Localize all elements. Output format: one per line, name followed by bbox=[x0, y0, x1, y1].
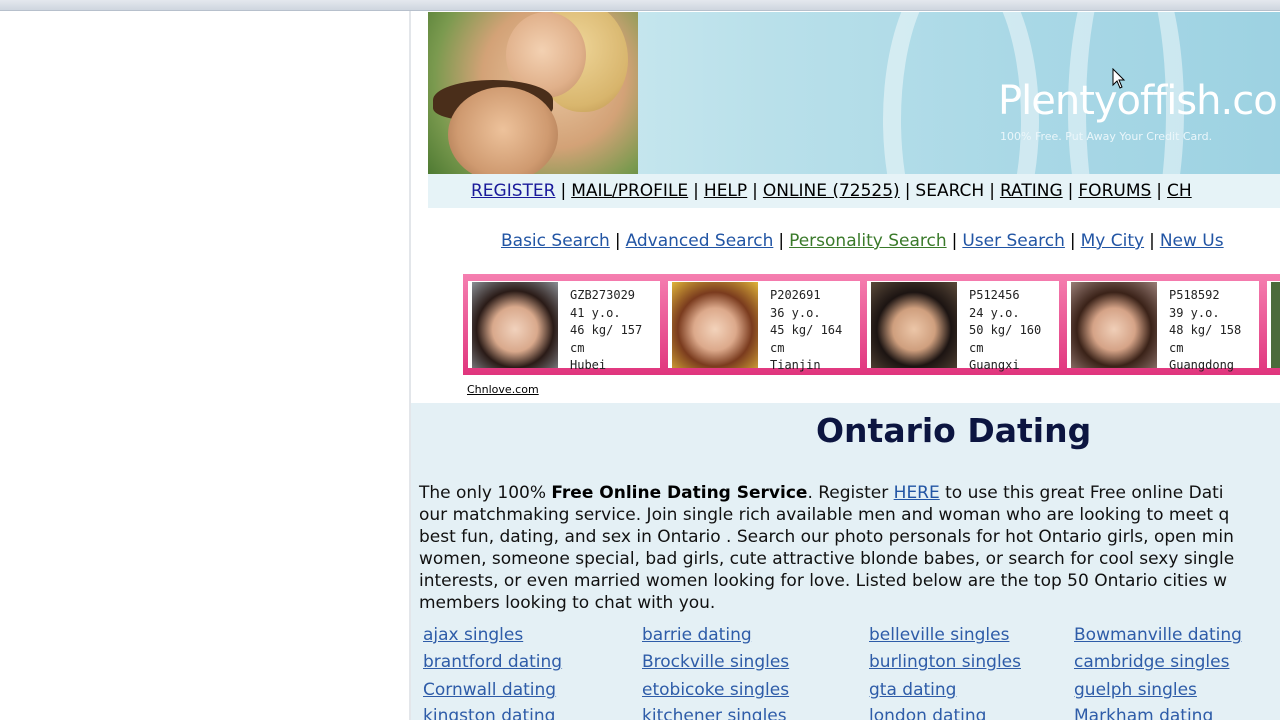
city-link[interactable]: belleville singles bbox=[869, 625, 1009, 645]
nav-help[interactable]: HELP bbox=[704, 181, 747, 201]
profile-id: GZB273029 bbox=[570, 288, 636, 302]
nav-forums[interactable]: FORUMS bbox=[1078, 181, 1151, 201]
nav-search[interactable]: SEARCH bbox=[915, 181, 984, 201]
profile-age: 39 y.o. bbox=[1169, 305, 1220, 320]
subnav-my-city[interactable]: My City bbox=[1081, 231, 1144, 251]
profile-location: Hubei bbox=[570, 358, 607, 372]
city-link[interactable]: kitchener singles bbox=[642, 706, 787, 720]
ad-photo-strip[interactable]: GZB273029 41 y.o. 46 kg/ 157 cm Hubei P2… bbox=[463, 274, 1280, 375]
city-link[interactable]: burlington singles bbox=[869, 652, 1021, 672]
profile-age: 24 y.o. bbox=[969, 305, 1020, 320]
profile-photo[interactable] bbox=[1071, 282, 1157, 368]
profile-stats: 46 kg/ 157 cm bbox=[570, 323, 643, 355]
subnav-advanced-search[interactable]: Advanced Search bbox=[626, 231, 774, 251]
nav-mail-profile[interactable]: MAIL/PROFILE bbox=[571, 181, 688, 201]
page-title: Ontario Dating bbox=[816, 411, 1092, 450]
left-blank-pane bbox=[0, 11, 409, 720]
city-link[interactable]: Markham dating bbox=[1074, 706, 1213, 720]
ad-source-link[interactable]: Chnlove.com bbox=[467, 383, 539, 396]
profile-id: P512456 bbox=[969, 288, 1020, 302]
profile-stats: 48 kg/ 158 cm bbox=[1169, 323, 1242, 355]
search-subnav: Basic Search | Advanced Search | Personality… bbox=[501, 231, 1224, 251]
city-link[interactable]: ajax singles bbox=[423, 625, 523, 645]
subnav-new-users[interactable]: New Us bbox=[1160, 231, 1224, 251]
city-link[interactable]: etobicoke singles bbox=[642, 680, 789, 700]
city-link[interactable]: Brockville singles bbox=[642, 652, 789, 672]
profile-id: P202691 bbox=[770, 288, 821, 302]
profile-photo[interactable] bbox=[472, 282, 558, 368]
nav-online[interactable]: ONLINE (72525) bbox=[763, 181, 900, 201]
profile-location: Guangxi bbox=[969, 358, 1020, 372]
nav-rating[interactable]: RATING bbox=[1000, 181, 1063, 201]
profile-stats: 50 kg/ 160 cm bbox=[969, 323, 1042, 355]
site-tagline: 100% Free. Put Away Your Credit Card. bbox=[1000, 130, 1213, 143]
city-link[interactable]: guelph singles bbox=[1074, 680, 1197, 700]
ad-profile-card[interactable]: P512456 24 y.o. 50 kg/ 160 cm Guangxi bbox=[867, 281, 1059, 372]
profile-photo[interactable] bbox=[1271, 282, 1280, 368]
city-link[interactable]: Bowmanville dating bbox=[1074, 625, 1242, 645]
profile-location: Guangdong bbox=[1169, 358, 1235, 372]
subnav-user-search[interactable]: User Search bbox=[962, 231, 1065, 251]
city-link[interactable]: london dating bbox=[869, 706, 986, 720]
ad-profile-card[interactable]: P202691 36 y.o. 45 kg/ 164 cm Tianjin bbox=[668, 281, 860, 372]
profile-stats: 45 kg/ 164 cm bbox=[770, 323, 843, 355]
profile-photo[interactable] bbox=[871, 282, 957, 368]
intro-paragraph: The only 100% Free Online Dating Service… bbox=[419, 483, 1235, 613]
site-logo[interactable]: Plentyoffish.co bbox=[998, 78, 1278, 124]
site-banner: Plentyoffish.co 100% Free. Put Away Your… bbox=[428, 12, 1280, 174]
city-link[interactable]: gta dating bbox=[869, 680, 956, 700]
subnav-basic-search[interactable]: Basic Search bbox=[501, 231, 610, 251]
mouse-cursor-icon bbox=[1112, 68, 1126, 89]
profile-age: 41 y.o. bbox=[570, 305, 621, 320]
web-page: Plentyoffish.co 100% Free. Put Away Your… bbox=[411, 11, 1280, 720]
profile-id: P518592 bbox=[1169, 288, 1220, 302]
nav-chat[interactable]: CH bbox=[1167, 181, 1192, 201]
city-link[interactable]: barrie dating bbox=[642, 625, 752, 645]
profile-photo[interactable] bbox=[672, 282, 758, 368]
content-section: Ontario Dating The only 100% Free Online… bbox=[411, 403, 1280, 720]
main-nav: REGISTER | MAIL/PROFILE | HELP | ONLINE (72525… bbox=[428, 174, 1280, 208]
city-link[interactable]: Cornwall dating bbox=[423, 680, 556, 700]
city-link[interactable]: kingston dating bbox=[423, 706, 555, 720]
nav-register[interactable]: REGISTER bbox=[471, 181, 555, 201]
city-link[interactable]: cambridge singles bbox=[1074, 652, 1229, 672]
ad-profile-card[interactable]: GZB273029 41 y.o. 46 kg/ 157 cm Hubei bbox=[468, 281, 660, 372]
couple-photo bbox=[428, 12, 638, 174]
ad-profile-card[interactable]: P518592 39 y.o. 48 kg/ 158 cm Guangdong bbox=[1067, 281, 1259, 372]
profile-location: Tianjin bbox=[770, 358, 821, 372]
ad-profile-card[interactable] bbox=[1267, 281, 1280, 368]
browser-toolbar bbox=[0, 0, 1280, 11]
register-here-link[interactable]: HERE bbox=[894, 483, 940, 503]
city-link[interactable]: brantford dating bbox=[423, 652, 562, 672]
profile-age: 36 y.o. bbox=[770, 305, 821, 320]
subnav-personality-search[interactable]: Personality Search bbox=[789, 231, 947, 251]
